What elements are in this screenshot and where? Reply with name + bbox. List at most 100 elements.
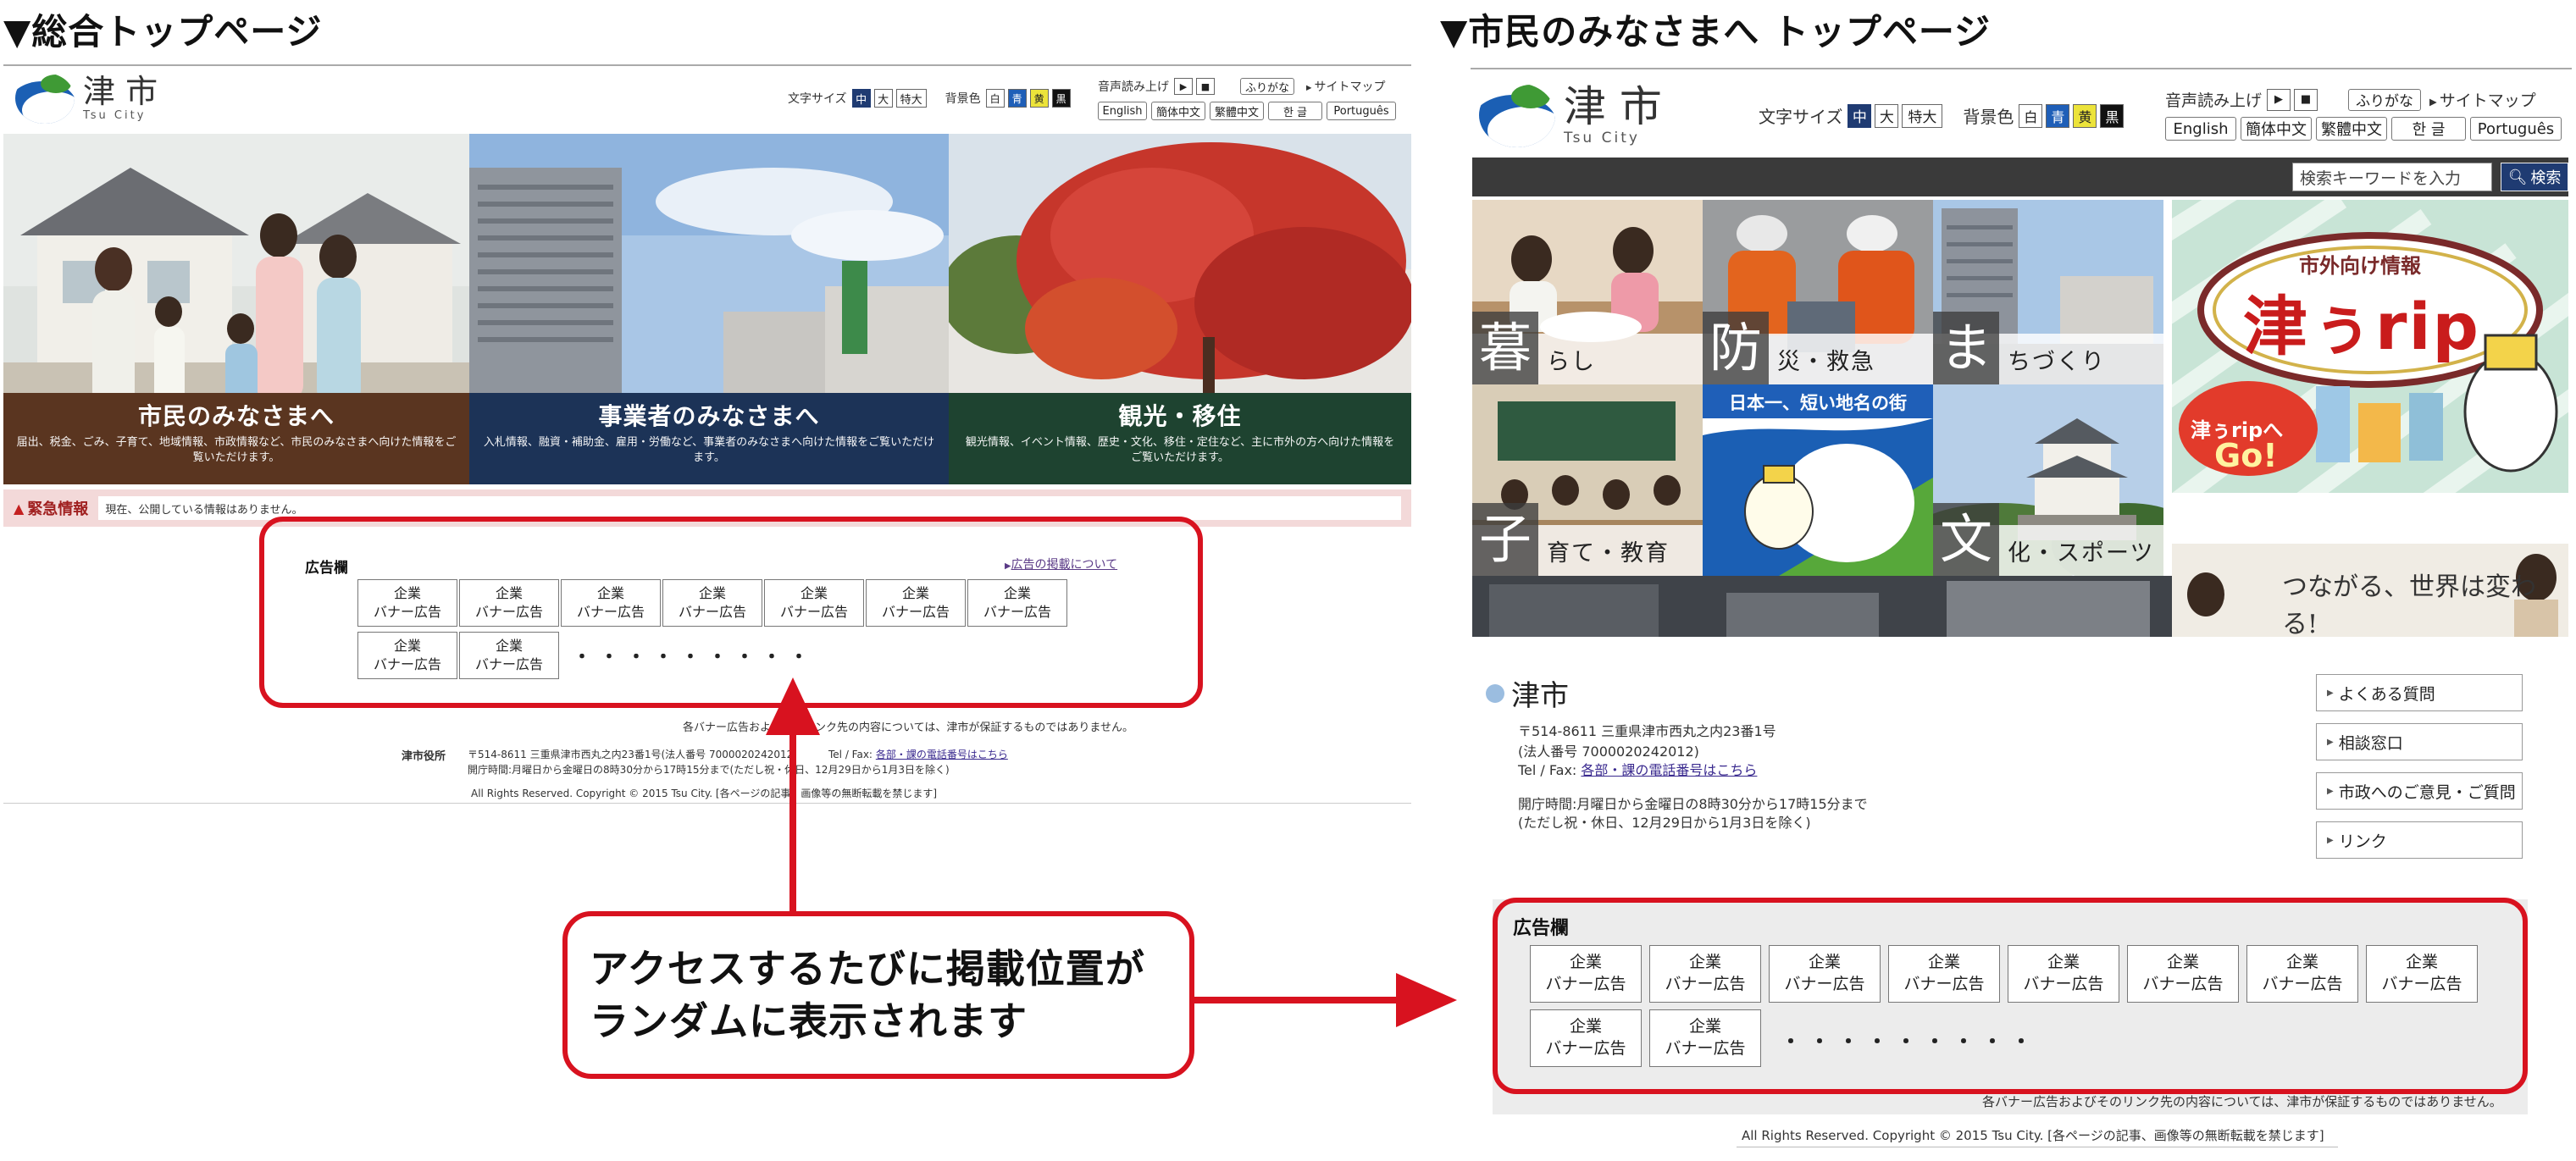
speech-stop-button[interactable]: ■ bbox=[2294, 88, 2318, 111]
font-size-medium[interactable]: 中 bbox=[1848, 103, 1872, 128]
tile-culture[interactable]: 文化・スポーツ bbox=[1933, 384, 2163, 576]
side-link-links[interactable]: リンク bbox=[2316, 821, 2523, 859]
left-logo[interactable]: 津 市 Tsu City bbox=[15, 73, 158, 124]
hero-panel-citizens[interactable]: 市民のみなさまへ 届出、税金、ごみ、子育て、地域情報、市政情報など、市民のみなさ… bbox=[3, 134, 469, 484]
search-input[interactable]: 検索キーワードを入力 bbox=[2292, 163, 2492, 191]
speech-stop-button[interactable]: ■ bbox=[1196, 78, 1215, 95]
lang-simplified-chinese[interactable]: 簡体中文 bbox=[1151, 102, 1205, 120]
bg-color-white[interactable]: 白 bbox=[985, 89, 1005, 108]
left-top-rule bbox=[3, 64, 1411, 66]
lang-english[interactable]: English bbox=[2165, 117, 2236, 141]
hero-desc-tourism: 観光情報、イベント情報、歴史・文化、移住・定住など、主に市外の方へ向けた情報をご… bbox=[965, 436, 1395, 465]
tsu-logo-icon bbox=[1479, 83, 1555, 147]
speech-label: 音声読み上げ bbox=[1098, 80, 1169, 94]
tile-living-big: 暮 bbox=[1472, 312, 1538, 384]
warning-icon: ▲ bbox=[14, 500, 25, 517]
right-logo[interactable]: 津 市 Tsu City bbox=[1479, 83, 1662, 147]
sitemap-link[interactable]: サイトマップ bbox=[2429, 88, 2536, 111]
lang-traditional-chinese[interactable]: 繁體中文 bbox=[1210, 102, 1264, 120]
right-copyright: All Rights Reserved. Copyright © 2015 Ts… bbox=[1742, 1128, 2324, 1143]
font-size-large[interactable]: 大 bbox=[873, 89, 893, 108]
right-footer-tel-link[interactable]: 各部・課の電話番号はこちら bbox=[1581, 762, 1757, 778]
bg-color-label: 背景色 bbox=[945, 92, 981, 106]
emergency-label: ▲ 緊急情報 bbox=[14, 500, 89, 519]
bg-color-white[interactable]: 白 bbox=[2019, 103, 2043, 128]
speech-play-button[interactable]: ▶ bbox=[2267, 88, 2291, 111]
bg-color-yellow[interactable]: 黄 bbox=[1029, 89, 1049, 108]
right-footer-hours1: 開庁時間:月曜日から金曜日の8時30分から17時15分まで bbox=[1518, 796, 1868, 812]
tile-disaster[interactable]: 防災・救急 bbox=[1703, 200, 1933, 384]
sitemap-link[interactable]: サイトマップ bbox=[1306, 78, 1385, 95]
right-heading: ▼市民のみなさまへ トップページ bbox=[1440, 11, 1992, 53]
hero-desc-citizens: 届出、税金、ごみ、子育て、地域情報、市政情報など、市民のみなさまへ向けた情報をご… bbox=[16, 436, 457, 465]
hero-caption-business: 事業者のみなさまへ 入札情報、融資・補助金、雇用・労働など、事業者のみなさまへ向… bbox=[469, 393, 949, 484]
furigana-button[interactable]: ふりがな bbox=[2348, 88, 2422, 111]
left-footer-address: 〒514-8611 三重県津市西丸之内23番1号(法人番号 7000020242… bbox=[468, 749, 797, 760]
right-ad-highlight-box bbox=[1493, 898, 2528, 1094]
lang-korean[interactable]: 한 글 bbox=[2391, 117, 2466, 141]
speech-play-button[interactable]: ▶ bbox=[1174, 78, 1193, 95]
tsurip-promo-banner[interactable]: 市外向け情報 津ぅrip 津ぅripへ Go! bbox=[2172, 200, 2568, 493]
right-footer-address: 〒514-8611 三重県津市西丸之内23番1号 bbox=[1518, 723, 1776, 739]
lang-portuguese[interactable]: Português bbox=[1327, 102, 1396, 120]
font-size-xlarge[interactable]: 特大 bbox=[1902, 103, 1943, 128]
left-copyright: All Rights Reserved. Copyright © 2015 Ts… bbox=[471, 788, 938, 799]
font-size-xlarge[interactable]: 特大 bbox=[895, 89, 927, 108]
right-toolbar-speech: 音声読み上げ ▶ ■ ふりがな サイトマップ bbox=[2165, 88, 2536, 111]
search-icon: 🔍︎ bbox=[2507, 168, 2528, 186]
left-language-row: English 簡体中文 繁體中文 한 글 Português bbox=[1098, 102, 1400, 120]
tile-disaster-rest: 災・救急 bbox=[1777, 349, 1875, 375]
search-button[interactable]: 🔍︎ 検索 bbox=[2501, 163, 2568, 191]
callout-line2: ランダムに表示されます bbox=[590, 998, 1028, 1044]
right-ad-disclaimer: 各バナー広告およびそのリンク先の内容については、津市が保証するものではありません… bbox=[1982, 1094, 2502, 1109]
footer-dot-icon bbox=[1486, 683, 1504, 703]
lang-portuguese[interactable]: Português bbox=[2470, 117, 2562, 141]
font-size-medium[interactable]: 中 bbox=[851, 89, 871, 108]
tile-childcare-big: 子 bbox=[1472, 503, 1538, 576]
random-position-callout: アクセスするたびに掲載位置が ランダムに表示されます bbox=[562, 911, 1194, 1079]
hero-panel-tourism[interactable]: 観光・移住 観光情報、イベント情報、歴史・文化、移住・定住など、主に市外の方へ向… bbox=[949, 134, 1411, 484]
side-link-consultation[interactable]: 相談窓口 bbox=[2316, 723, 2523, 760]
bg-color-blue[interactable]: 青 bbox=[2046, 103, 2070, 128]
hero-desc-business: 入札情報、融資・補助金、雇用・労働など、事業者のみなさまへ向けた情報をご覧いただ… bbox=[483, 436, 935, 465]
bg-color-black[interactable]: 黒 bbox=[2100, 103, 2125, 128]
tile-town-big: ま bbox=[1933, 312, 1999, 384]
side-link-feedback[interactable]: 市政へのご意見・ご質問 bbox=[2316, 772, 2523, 810]
font-size-label: 文字サイズ bbox=[1759, 107, 1843, 127]
bg-color-yellow[interactable]: 黄 bbox=[2073, 103, 2097, 128]
lang-simplified-chinese[interactable]: 簡体中文 bbox=[2241, 117, 2312, 141]
tile-living[interactable]: 暮らし bbox=[1472, 200, 1703, 384]
furigana-button[interactable]: ふりがな bbox=[1240, 78, 1294, 95]
tile-living-rest: らし bbox=[1547, 349, 1596, 375]
font-size-large[interactable]: 大 bbox=[1875, 103, 1899, 128]
side-link-faq[interactable]: よくある質問 bbox=[2316, 674, 2523, 711]
hero-title-business: 事業者のみなさまへ bbox=[598, 402, 820, 430]
left-footer-hours: 開庁時間:月曜日から金曜日の8時30分から17時15分まで(ただし祝・休日、12… bbox=[468, 764, 950, 776]
tile-town[interactable]: まちづくり bbox=[1933, 200, 2163, 384]
left-ad-highlight-box bbox=[259, 517, 1203, 708]
tile-childcare[interactable]: 子育て・教育 bbox=[1472, 384, 1703, 576]
bg-color-label: 背景色 bbox=[1963, 107, 2014, 127]
logo-kanji: 津 市 bbox=[1564, 81, 1662, 131]
lang-english[interactable]: English bbox=[1098, 102, 1147, 120]
hero-panel-business[interactable]: 事業者のみなさまへ 入札情報、融資・補助金、雇用・労働など、事業者のみなさまへ向… bbox=[469, 134, 949, 484]
right-footer-hours2: (ただし祝・休日、12月29日から1月3日を除く) bbox=[1518, 815, 1811, 831]
hero-title-citizens: 市民のみなさまへ bbox=[137, 402, 335, 430]
left-toolbar-row1: 文字サイズ 中 大 特大 背景色 白 青 黄 黒 bbox=[788, 89, 1074, 108]
lang-korean[interactable]: 한 글 bbox=[1268, 102, 1322, 120]
right-footer-tel: Tel / Fax: 各部・課の電話番号はこちら bbox=[1518, 762, 1758, 778]
tile-culture-big: 文 bbox=[1933, 503, 1999, 576]
left-bottom-rule bbox=[3, 803, 1411, 804]
tile-disaster-big: 防 bbox=[1703, 312, 1769, 384]
tile-childcare-rest: 育て・教育 bbox=[1547, 540, 1670, 567]
left-ad-disclaimer: 各バナー広告およびそのリンク先の内容については、津市が保証するものではありません… bbox=[683, 721, 1133, 734]
bg-color-black[interactable]: 黒 bbox=[1051, 89, 1071, 108]
left-footer-tel-link[interactable]: 各部・課の電話番号はこちら bbox=[876, 749, 1008, 760]
tile-shortest-name-badge[interactable]: 日本一、短い地名の街 bbox=[1703, 384, 1933, 576]
hero-caption-tourism: 観光・移住 観光情報、イベント情報、歴史・文化、移住・定住など、主に市外の方へ向… bbox=[949, 393, 1411, 484]
tile-culture-rest: 化・スポーツ bbox=[2008, 540, 2155, 567]
lang-traditional-chinese[interactable]: 繁體中文 bbox=[2316, 117, 2387, 141]
promo-title: 津ぅrip bbox=[2243, 289, 2480, 364]
bg-color-blue[interactable]: 青 bbox=[1007, 89, 1027, 108]
logo-roman: Tsu City bbox=[1564, 129, 1640, 147]
